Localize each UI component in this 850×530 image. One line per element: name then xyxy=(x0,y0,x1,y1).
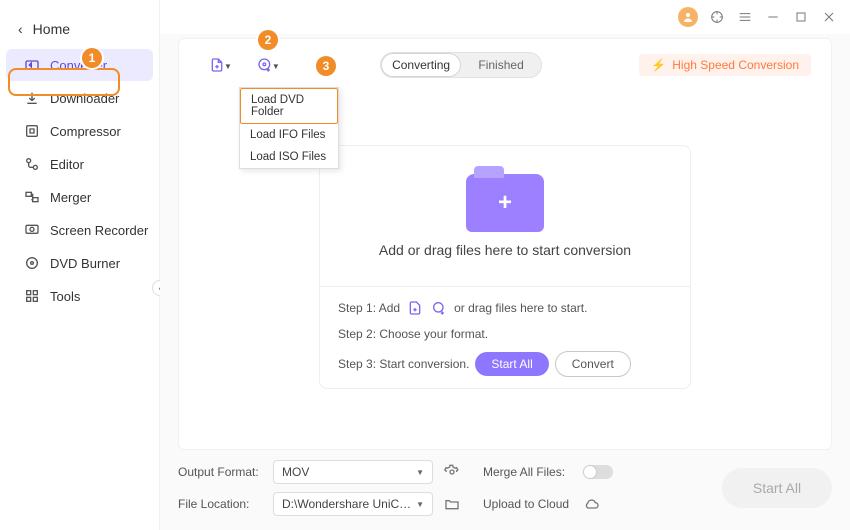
convert-button[interactable]: Convert xyxy=(555,351,631,377)
add-file-mini-icon[interactable] xyxy=(406,299,424,317)
home-label: Home xyxy=(33,21,70,37)
file-location-select[interactable]: D:\Wondershare UniConverter 1 ▼ xyxy=(273,492,433,516)
dropdown-item-load-iso[interactable]: Load ISO Files xyxy=(240,146,338,168)
open-folder-icon[interactable] xyxy=(443,495,461,513)
back-icon[interactable]: ‹ xyxy=(18,21,23,37)
start-all-main-button[interactable]: Start All xyxy=(722,468,832,508)
tab-finished[interactable]: Finished xyxy=(461,53,541,77)
start-all-button[interactable]: Start All xyxy=(475,352,548,376)
annotation-1: 1 xyxy=(82,48,102,68)
output-format-label: Output Format: xyxy=(178,465,263,479)
screen-recorder-icon xyxy=(24,222,40,238)
output-format-value: MOV xyxy=(282,465,309,479)
step1-suffix: or drag files here to start. xyxy=(454,301,587,315)
tools-icon xyxy=(24,288,40,304)
file-location-label: File Location: xyxy=(178,497,263,511)
chevron-down-icon: ▼ xyxy=(416,500,424,509)
settings-gear-icon[interactable] xyxy=(443,463,461,481)
sidebar-item-label: DVD Burner xyxy=(50,256,120,271)
bolt-icon: ⚡ xyxy=(651,58,666,72)
add-file-caret-icon[interactable]: ▼ xyxy=(224,62,232,71)
load-dvd-caret-icon[interactable]: ▼ xyxy=(272,62,280,71)
high-speed-badge[interactable]: ⚡ High Speed Conversion xyxy=(639,54,811,76)
tab-converting[interactable]: Converting xyxy=(381,53,461,77)
sidebar-item-label: Compressor xyxy=(50,124,121,139)
chevron-down-icon: ▼ xyxy=(416,468,424,477)
merge-label: Merge All Files: xyxy=(483,465,573,479)
step1-prefix: Step 1: Add xyxy=(338,301,400,315)
merger-icon xyxy=(24,189,40,205)
sidebar-item-label: Editor xyxy=(50,157,84,172)
bottom-bar: Output Format: MOV ▼ Merge All Files: Fi… xyxy=(178,456,832,520)
sidebar-item-editor[interactable]: Editor xyxy=(6,148,153,180)
load-dvd-mini-icon[interactable] xyxy=(430,299,448,317)
merge-toggle[interactable] xyxy=(583,465,613,479)
add-folder-icon xyxy=(466,174,544,232)
sidebar-item-label: Merger xyxy=(50,190,91,205)
sidebar-item-merger[interactable]: Merger xyxy=(6,181,153,213)
dvd-burner-icon xyxy=(24,255,40,271)
compressor-icon xyxy=(24,123,40,139)
annotation-2: 2 xyxy=(258,30,278,50)
editor-icon xyxy=(24,156,40,172)
home-row[interactable]: ‹ Home xyxy=(0,10,159,48)
load-dvd-dropdown: Load DVD Folder Load IFO Files Load ISO … xyxy=(239,87,339,169)
step-1: Step 1: Add or drag files here to start. xyxy=(338,299,672,317)
main-card: ▼ ▼ Converting Finished ⚡ High Speed Con… xyxy=(178,38,832,450)
sidebar-item-compressor[interactable]: Compressor xyxy=(6,115,153,147)
menu-icon[interactable] xyxy=(736,8,754,26)
output-format-select[interactable]: MOV ▼ xyxy=(273,460,433,484)
close-button[interactable] xyxy=(820,8,838,26)
drop-zone-headline: Add or drag files here to start conversi… xyxy=(379,242,631,258)
upload-cloud-label: Upload to Cloud xyxy=(483,497,573,511)
minimize-button[interactable] xyxy=(764,8,782,26)
high-speed-label: High Speed Conversion xyxy=(672,58,799,72)
dropdown-item-load-ifo[interactable]: Load IFO Files xyxy=(240,124,338,146)
tab-segment: Converting Finished xyxy=(380,52,542,78)
annotation-ring-1 xyxy=(8,68,120,96)
sidebar-item-screen-recorder[interactable]: Screen Recorder xyxy=(6,214,153,246)
sidebar-item-dvd-burner[interactable]: DVD Burner xyxy=(6,247,153,279)
file-location-value: D:\Wondershare UniConverter 1 xyxy=(282,497,416,511)
avatar[interactable] xyxy=(678,7,698,27)
sidebar-item-label: Screen Recorder xyxy=(50,223,148,238)
support-icon[interactable] xyxy=(708,8,726,26)
dropdown-item-load-dvd-folder[interactable]: Load DVD Folder xyxy=(240,88,338,124)
cloud-icon[interactable] xyxy=(583,495,601,513)
sidebar-item-tools[interactable]: Tools xyxy=(6,280,153,312)
annotation-3: 3 xyxy=(316,56,336,76)
sidebar-item-label: Tools xyxy=(50,289,80,304)
drop-zone[interactable]: Add or drag files here to start conversi… xyxy=(319,145,691,389)
step-3: Step 3: Start conversion. Start All Conv… xyxy=(338,351,672,377)
step-2: Step 2: Choose your format. xyxy=(338,327,672,341)
maximize-button[interactable] xyxy=(792,8,810,26)
